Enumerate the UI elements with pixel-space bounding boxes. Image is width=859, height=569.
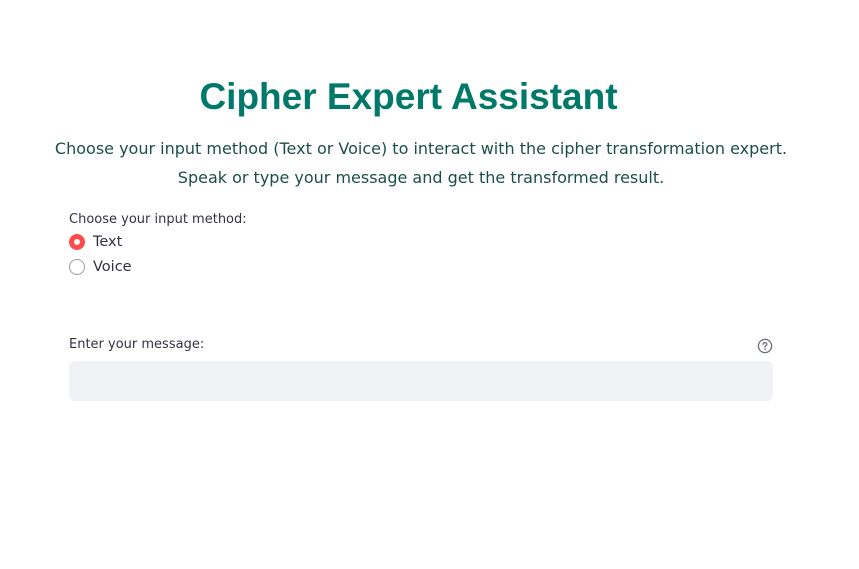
page-title: Cipher Expert Assistant: [199, 76, 618, 117]
message-input[interactable]: [69, 361, 773, 401]
input-method-label: Choose your input method:: [69, 212, 247, 227]
message-input-block: Enter your message:: [69, 336, 773, 401]
message-input-label: Enter your message:: [69, 337, 205, 352]
radio-unselected-icon[interactable]: [69, 258, 85, 275]
radio-option-text-label: Text: [93, 233, 123, 250]
help-icon-graphic: [757, 338, 773, 353]
message-label-row: Enter your message:: [69, 336, 773, 354]
radio-selected-icon[interactable]: [69, 233, 85, 250]
description-line-2: Speak or type your message and get the t…: [177, 168, 665, 187]
radio-option-text[interactable]: Text: [69, 229, 247, 254]
radio-option-voice-label: Voice: [93, 258, 132, 275]
app-page: Cipher Expert Assistant Choose your inpu…: [0, 0, 859, 569]
input-method-radio-group: Choose your input method: Text Voice: [69, 211, 247, 279]
page-description: Choose your input method (Text or Voice)…: [0, 134, 842, 192]
question-circle-icon[interactable]: [757, 338, 773, 354]
description-line-1: Choose your input method (Text or Voice)…: [54, 139, 788, 158]
radio-option-voice[interactable]: Voice: [69, 254, 247, 279]
